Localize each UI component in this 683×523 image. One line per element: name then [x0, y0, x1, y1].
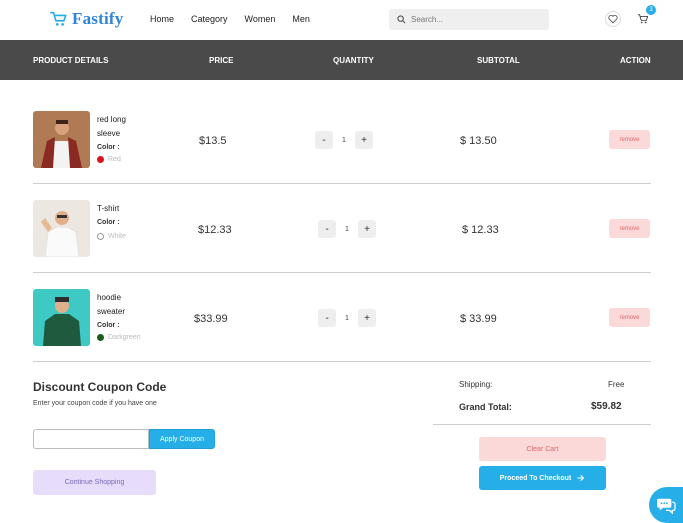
item-price: $33.99 [194, 313, 228, 325]
search-box [389, 9, 549, 30]
color-value: White [97, 233, 126, 240]
decrease-qty-button[interactable]: - [318, 220, 336, 238]
color-swatch [97, 156, 104, 163]
shipping-label: Shipping: [459, 380, 493, 389]
cart-row: T-shirt Color : White $12.33 - 1 + $ 12.… [33, 184, 651, 273]
decrease-qty-button[interactable]: - [315, 131, 333, 149]
quantity-value: 1 [345, 225, 349, 233]
increase-qty-button[interactable]: + [355, 131, 373, 149]
increase-qty-button[interactable]: + [358, 220, 376, 238]
grand-total-value: $59.82 [591, 401, 622, 412]
item-subtotal: $ 13.50 [460, 135, 497, 147]
quantity-stepper: - 1 + [318, 220, 376, 238]
nav-men[interactable]: Men [292, 14, 310, 24]
main-nav: Home Category Women Men [150, 14, 327, 24]
nav-women[interactable]: Women [245, 14, 276, 24]
coupon-subtitle: Enter your coupon code if you have one [33, 400, 157, 407]
col-subtotal: SUBTOTAL [477, 56, 520, 65]
search-icon [397, 15, 406, 24]
product-image[interactable] [33, 200, 90, 257]
remove-button[interactable]: remove [609, 308, 650, 327]
wishlist-button[interactable] [605, 11, 621, 27]
coupon-title: Discount Coupon Code [33, 380, 167, 394]
cart-row: red long sleeve Color : Red $13.5 - 1 + … [33, 95, 651, 184]
col-action: ACTION [620, 56, 651, 65]
continue-shopping-button[interactable]: Continue Shopping [33, 470, 156, 495]
cart-count-badge: 3 [646, 5, 656, 15]
cart-logo-icon [50, 11, 67, 26]
quantity-value: 1 [345, 314, 349, 322]
remove-button[interactable]: remove [609, 130, 650, 149]
product-image[interactable] [33, 289, 90, 346]
nav-category[interactable]: Category [191, 14, 228, 24]
col-quantity: QUANTITY [333, 56, 374, 65]
search-input[interactable] [411, 15, 531, 24]
top-bar: Fastify Home Category Women Men 3 [0, 0, 683, 40]
chat-icon [657, 498, 676, 514]
checkout-button[interactable]: Proceed To Checkout [479, 466, 606, 490]
color-swatch [97, 233, 104, 240]
color-value: Darkgreen [97, 334, 141, 341]
cart-icon [637, 14, 649, 24]
logo-text: Fastify [72, 9, 124, 28]
color-label: Color : [97, 144, 120, 151]
quantity-value: 1 [342, 136, 346, 144]
item-price: $12.33 [198, 224, 232, 236]
remove-button[interactable]: remove [609, 219, 650, 238]
grand-total-label: Grand Total: [459, 402, 512, 412]
color-label: Color : [97, 322, 120, 329]
summary-divider [433, 424, 651, 425]
product-name[interactable]: red long sleeve [97, 113, 147, 141]
col-price: PRICE [209, 56, 234, 65]
coupon-input[interactable] [33, 429, 149, 449]
color-label: Color : [97, 219, 120, 226]
apply-coupon-button[interactable]: Apply Coupon [149, 429, 215, 449]
heart-icon [608, 14, 618, 24]
product-image[interactable] [33, 111, 90, 168]
nav-home[interactable]: Home [150, 14, 174, 24]
product-name[interactable]: hoodie sweater [97, 291, 147, 319]
quantity-stepper: - 1 + [318, 309, 376, 327]
chat-widget-button[interactable] [649, 487, 683, 523]
increase-qty-button[interactable]: + [358, 309, 376, 327]
decrease-qty-button[interactable]: - [318, 309, 336, 327]
clear-cart-button[interactable]: Clear Cart [479, 437, 606, 461]
color-value: Red [97, 156, 121, 163]
item-subtotal: $ 33.99 [460, 313, 497, 325]
item-price: $13.5 [199, 135, 227, 147]
cart-table-header: PRODUCT DETAILS PRICE QUANTITY SUBTOTAL … [0, 40, 683, 80]
quantity-stepper: - 1 + [315, 131, 373, 149]
product-name[interactable]: T-shirt [97, 202, 147, 216]
cart-row: hoodie sweater Color : Darkgreen $33.99 … [33, 273, 651, 362]
item-subtotal: $ 12.33 [462, 224, 499, 236]
arrow-right-icon [577, 475, 585, 481]
logo[interactable]: Fastify [50, 9, 123, 29]
col-product-details: PRODUCT DETAILS [33, 56, 109, 65]
shipping-value: Free [608, 380, 625, 389]
color-swatch [97, 334, 104, 341]
